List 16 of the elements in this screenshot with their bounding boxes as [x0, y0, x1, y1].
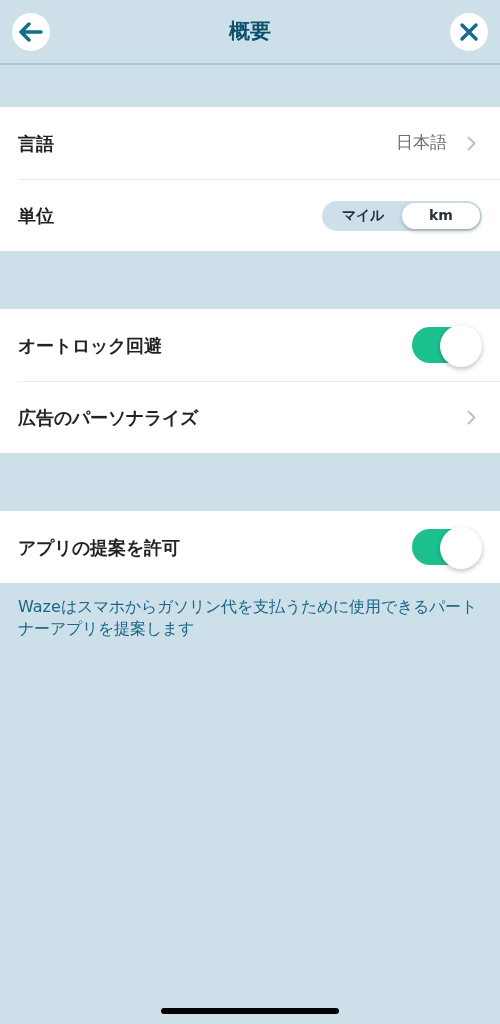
row-label[interactable]: 言語	[18, 129, 54, 157]
row-value: 日本語	[396, 131, 447, 155]
back-button[interactable]	[12, 12, 50, 51]
close-button[interactable]	[450, 12, 488, 51]
close-icon	[459, 21, 479, 42]
segment-option[interactable]: km	[402, 202, 480, 229]
row-label: オートロック回避	[18, 333, 162, 358]
screen-title: 概要	[229, 17, 271, 45]
section-note: Wazeはスマホからガソリン代を支払うために使用できるパートナーアプリを提案します	[17, 596, 478, 640]
segment-option[interactable]: マイル	[324, 202, 402, 229]
chevron-right-icon	[467, 410, 476, 425]
row-label: アプリの提案を許可	[18, 535, 180, 560]
chevron-right-icon	[467, 135, 476, 151]
row-label[interactable]: 広告のパーソナライズ	[18, 404, 198, 431]
arrow-left-icon	[19, 21, 43, 42]
row-label: 単位	[18, 204, 54, 228]
